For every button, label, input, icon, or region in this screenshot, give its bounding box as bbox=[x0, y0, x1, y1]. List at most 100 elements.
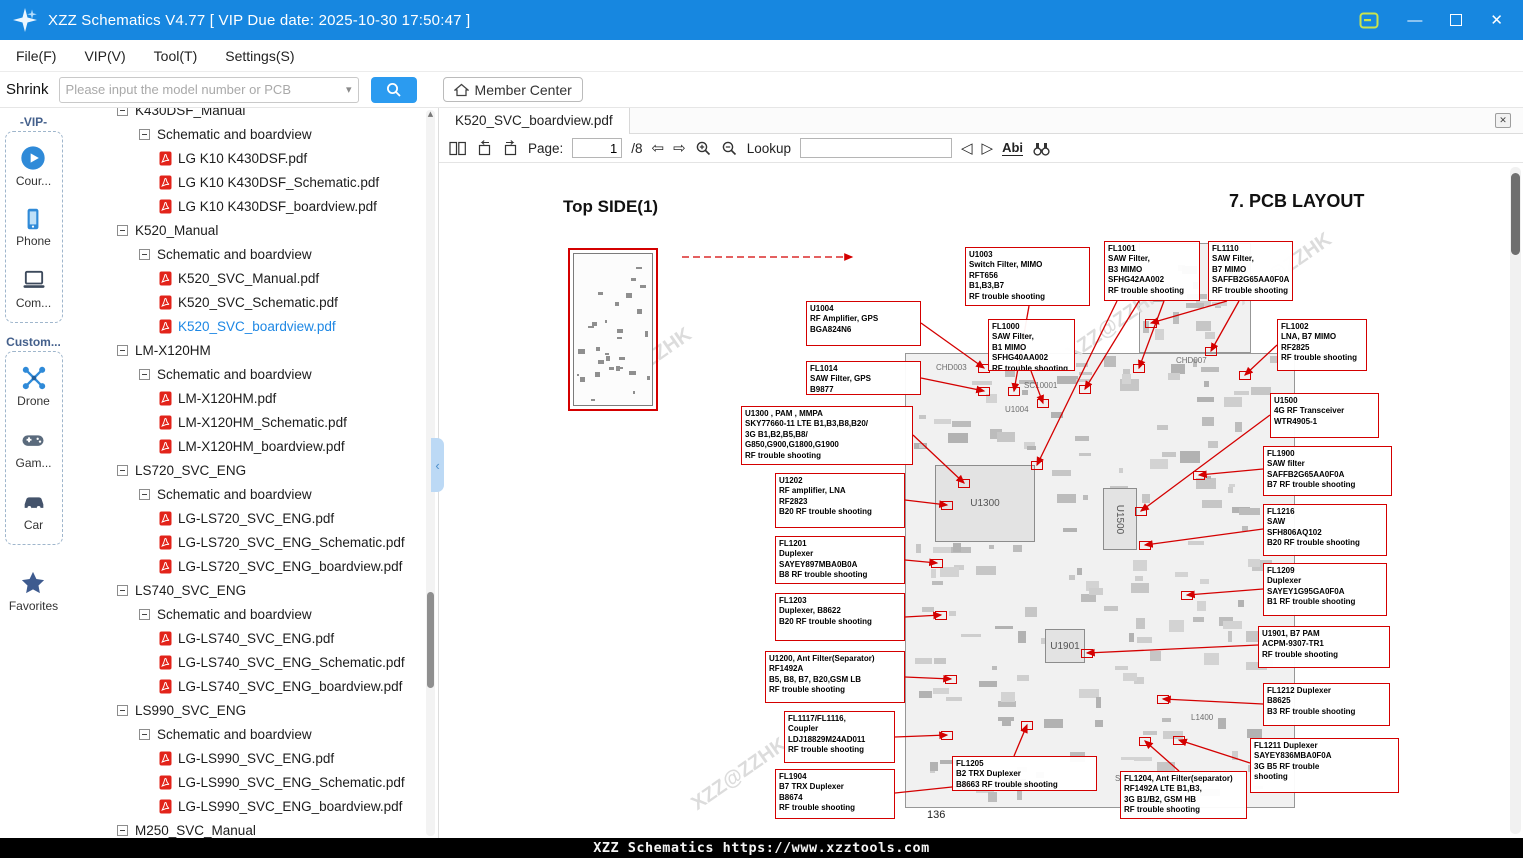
tree-item-pdf[interactable]: LG-LS990_SVC_ENG.pdf bbox=[67, 746, 438, 770]
tree-item-pdf[interactable]: K520_SVC_Schematic.pdf bbox=[67, 290, 438, 314]
shrink-button[interactable]: Shrink bbox=[6, 81, 49, 98]
collapse-icon[interactable] bbox=[117, 704, 128, 716]
tree-item-pdf[interactable]: LM-X120HM_Schematic.pdf bbox=[67, 410, 438, 434]
pcb-component bbox=[1132, 560, 1147, 572]
sidebar-item-play-circle[interactable]: Cour... bbox=[16, 144, 51, 188]
tree-item-pdf[interactable]: LG K10 K430DSF.pdf bbox=[67, 146, 438, 170]
menu-file[interactable]: File(F) bbox=[16, 48, 56, 64]
tree-item-pdf[interactable]: LG-LS740_SVC_ENG_boardview.pdf bbox=[67, 674, 438, 698]
pcb-component bbox=[1068, 574, 1076, 581]
tree-item-folder[interactable]: Schematic and boardview bbox=[67, 242, 438, 266]
tree-item-folder[interactable]: Schematic and boardview bbox=[67, 122, 438, 146]
page-forward-icon[interactable]: ⇨ bbox=[673, 140, 686, 156]
sidebar-item-laptop[interactable]: Com... bbox=[16, 266, 51, 310]
close-document-icon[interactable]: ✕ bbox=[1495, 113, 1511, 128]
tree-item-pdf[interactable]: LG-LS720_SVC_ENG.pdf bbox=[67, 506, 438, 530]
collapse-icon[interactable] bbox=[139, 128, 150, 140]
collapse-icon[interactable] bbox=[139, 368, 150, 380]
scroll-up-icon[interactable]: ▲ bbox=[426, 110, 435, 118]
tree-item-pdf[interactable]: LM-X120HM_boardview.pdf bbox=[67, 434, 438, 458]
binoculars-icon[interactable] bbox=[1032, 141, 1051, 156]
pdf-scrollbar[interactable] bbox=[1510, 167, 1521, 834]
find-next-icon[interactable]: ▷ bbox=[982, 140, 994, 156]
maximize-button[interactable] bbox=[1450, 14, 1463, 26]
rotate-ccw-icon[interactable] bbox=[476, 139, 493, 157]
lookup-input[interactable] bbox=[800, 138, 952, 158]
sidebar-item-smartphone[interactable]: Phone bbox=[16, 206, 51, 248]
member-center-button[interactable]: Member Center bbox=[442, 77, 583, 102]
sidebar-item-star[interactable]: Favorites bbox=[9, 569, 58, 613]
file-tree-panel: K430DSF_Manual Schematic and boardview LG … bbox=[67, 108, 439, 838]
tree-item-folder[interactable]: Schematic and boardview bbox=[67, 722, 438, 746]
tree-item-folder[interactable]: LM-X120HM bbox=[67, 338, 438, 362]
collapse-icon[interactable] bbox=[117, 824, 128, 836]
tree-item-pdf[interactable]: LG K10 K430DSF_Schematic.pdf bbox=[67, 170, 438, 194]
tree-item-pdf[interactable]: K520_SVC_Manual.pdf bbox=[67, 266, 438, 290]
tree-scrollbar-thumb[interactable] bbox=[427, 592, 434, 688]
zoom-in-icon[interactable] bbox=[695, 140, 712, 157]
collapse-icon[interactable] bbox=[139, 608, 150, 620]
tree-item-folder[interactable]: Schematic and boardview bbox=[67, 362, 438, 386]
vip-card-icon[interactable] bbox=[1359, 12, 1379, 29]
pdf-scrollbar-thumb[interactable] bbox=[1511, 173, 1520, 255]
close-button[interactable]: ✕ bbox=[1490, 13, 1503, 28]
menu-tool[interactable]: Tool(T) bbox=[154, 48, 198, 64]
tree-item-pdf[interactable]: LG-LS720_SVC_ENG_Schematic.pdf bbox=[67, 530, 438, 554]
rotate-cw-icon[interactable] bbox=[502, 139, 519, 157]
collapse-icon[interactable] bbox=[117, 584, 128, 596]
pcb-component bbox=[1123, 673, 1137, 682]
thumbnail-component bbox=[619, 357, 626, 361]
page-number-input[interactable] bbox=[572, 138, 623, 158]
collapse-icon[interactable] bbox=[139, 248, 150, 260]
collapse-icon[interactable] bbox=[139, 488, 150, 500]
pdf-icon bbox=[159, 295, 172, 310]
tree-item-folder[interactable]: Schematic and boardview bbox=[67, 602, 438, 626]
sidebar-item-gamepad[interactable]: Gam... bbox=[15, 426, 52, 470]
pcb-component bbox=[918, 414, 927, 419]
tree-item-pdf[interactable]: LG-LS990_SVC_ENG_boardview.pdf bbox=[67, 794, 438, 818]
panel-collapse-handle[interactable]: ‹ bbox=[431, 438, 444, 492]
tree-item-pdf[interactable]: LG-LS720_SVC_ENG_boardview.pdf bbox=[67, 554, 438, 578]
tree-item-folder[interactable]: K520_Manual bbox=[67, 218, 438, 242]
tree-item-pdf[interactable]: LG K10 K430DSF_boardview.pdf bbox=[67, 194, 438, 218]
annotation-fl1212: FL1212 Duplexer B8625 B3 RF trouble shooti… bbox=[1263, 683, 1390, 726]
tree-item-folder[interactable]: LS990_SVC_ENG bbox=[67, 698, 438, 722]
collapse-icon[interactable] bbox=[117, 464, 128, 476]
collapse-icon[interactable] bbox=[117, 344, 128, 356]
two-page-view-icon[interactable] bbox=[449, 141, 467, 156]
page-back-icon[interactable]: ⇦ bbox=[652, 140, 665, 156]
tree-item-pdf[interactable]: LG-LS740_SVC_ENG.pdf bbox=[67, 626, 438, 650]
pcb-board bbox=[905, 353, 1295, 808]
tree-item-pdf[interactable]: LG-LS740_SVC_ENG_Schematic.pdf bbox=[67, 650, 438, 674]
menu-vip[interactable]: VIP(V) bbox=[84, 48, 125, 64]
pcb-component bbox=[1150, 458, 1168, 470]
tree-item-folder[interactable]: Schematic and boardview bbox=[67, 482, 438, 506]
pcb-component bbox=[1238, 507, 1260, 515]
tree-item-pdf[interactable]: K520_SVC_boardview.pdf bbox=[67, 314, 438, 338]
zoom-out-icon[interactable] bbox=[721, 140, 738, 157]
minimize-button[interactable]: — bbox=[1407, 13, 1422, 28]
vip-section: Cour... Phone Com... bbox=[4, 131, 63, 323]
tree-item-pdf[interactable]: LG-LS990_SVC_ENG_Schematic.pdf bbox=[67, 770, 438, 794]
tree-item-pdf[interactable]: LM-X120HM.pdf bbox=[67, 386, 438, 410]
sidebar-item-drone[interactable]: Drone bbox=[17, 364, 50, 408]
board-thumbnail bbox=[573, 253, 653, 406]
arrow-target-box bbox=[978, 387, 990, 396]
document-tab[interactable]: K520_SVC_boardview.pdf bbox=[439, 107, 630, 134]
tree-item-folder[interactable]: LS720_SVC_ENG bbox=[67, 458, 438, 482]
find-previous-icon[interactable]: ◁ bbox=[961, 140, 973, 156]
collapse-icon[interactable] bbox=[117, 108, 128, 116]
tree-item-folder[interactable]: M250_SVC_Manual bbox=[67, 818, 438, 838]
text-select-icon[interactable]: Abi bbox=[1002, 140, 1024, 156]
collapse-icon[interactable] bbox=[117, 224, 128, 236]
pcb-component bbox=[1089, 588, 1103, 595]
menu-settings[interactable]: Settings(S) bbox=[225, 48, 294, 64]
pcb-component bbox=[1131, 582, 1149, 594]
search-input[interactable] bbox=[65, 82, 346, 97]
chevron-down-icon[interactable]: ▾ bbox=[346, 83, 352, 96]
sidebar-item-car[interactable]: Car bbox=[20, 488, 48, 532]
collapse-icon[interactable] bbox=[139, 728, 150, 740]
tree-item-folder[interactable]: K430DSF_Manual bbox=[67, 108, 438, 122]
tree-item-folder[interactable]: LS740_SVC_ENG bbox=[67, 578, 438, 602]
search-button[interactable] bbox=[370, 76, 417, 103]
